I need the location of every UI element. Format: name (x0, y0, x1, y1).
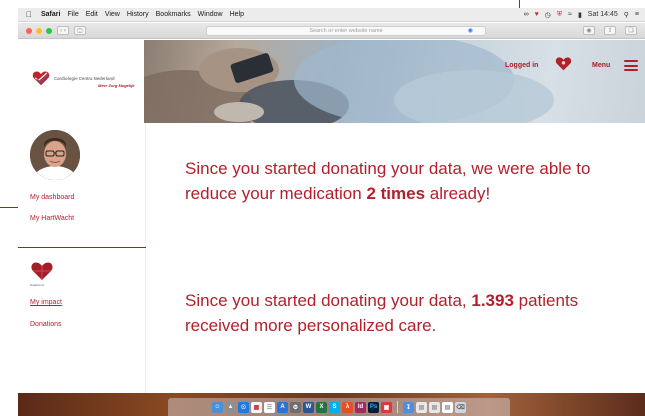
indesign-icon[interactable]: Id (355, 401, 366, 413)
message1-text-end: already! (425, 184, 491, 203)
hero-image (144, 40, 645, 123)
app-store-icon[interactable]: A (277, 401, 288, 413)
menu-edit[interactable]: Edit (86, 11, 98, 18)
site-logo[interactable]: Cardiologie Centra Nederland Meer Zorg M… (18, 40, 144, 123)
address-placeholder: Search or enter website name (309, 28, 383, 34)
word-icon[interactable]: W (303, 401, 314, 413)
menu-view[interactable]: View (105, 11, 120, 18)
hamburger-menu-icon[interactable] (624, 60, 638, 71)
window-minimize-button[interactable] (36, 27, 42, 34)
acrobat-icon[interactable]: λ (342, 401, 353, 413)
menu-file[interactable]: File (67, 11, 78, 18)
logo-title: Cardiologie Centra Nederland (54, 76, 115, 81)
sidebar-item-donations[interactable]: Donations (30, 321, 62, 328)
menu-bookmarks[interactable]: Bookmarks (156, 11, 191, 18)
toolbar-actions: ◉ ⇧ ❏ (578, 26, 637, 35)
list-icon[interactable]: ≡ (635, 11, 639, 18)
desktop-wallpaper: ☺ ▲ ☉ ▦ ☰ A ⚙ W X S λ Id Ps ▣ ↧ ▤ ▤ ▤ ⌫ (18, 393, 645, 416)
notes-icon[interactable]: ☰ (264, 401, 275, 413)
menu-app-name[interactable]: Safari (41, 11, 60, 18)
calendar-icon[interactable]: ▦ (251, 401, 262, 413)
hero-photo-illustration (144, 40, 554, 123)
battery-icon[interactable]: ▮ (578, 11, 582, 19)
address-bar[interactable]: Search or enter website name ◉ (206, 26, 486, 36)
menu-window[interactable]: Window (198, 11, 223, 18)
dock-separator (397, 401, 398, 413)
user-heart-icon[interactable] (555, 56, 572, 71)
sidebar: My dashboard My HartWacht DataDonor My i… (18, 123, 146, 393)
impact-content: Since you started donating your data, we… (147, 123, 645, 393)
launchpad-icon[interactable]: ▲ (225, 401, 236, 413)
window-close-button[interactable] (26, 27, 32, 34)
clock-icon[interactable]: ◷ (545, 11, 551, 19)
trash-icon[interactable]: ⌫ (455, 401, 466, 413)
app-icon[interactable]: ▣ (381, 401, 392, 413)
extension-icon[interactable]: ◉ (583, 26, 595, 35)
menu-help[interactable]: Help (230, 11, 244, 18)
sidebar-item-my-hartwacht[interactable]: My HartWacht (30, 215, 74, 222)
sidebar-item-my-dashboard[interactable]: My dashboard (30, 194, 74, 201)
photoshop-icon[interactable]: Ps (368, 401, 379, 413)
impact-message-medication: Since you started donating your data, we… (185, 156, 625, 206)
menubar-tray: ∞ ♥ ◷ ⛨ ≈ ▮ Sat 14:45 ⚲ ≡ (524, 11, 645, 19)
macos-menubar:  Safari File Edit View History Bookmark… (18, 8, 645, 22)
impact-message-patients: Since you started donating your data, 1.… (185, 288, 625, 338)
logged-in-label[interactable]: Logged in (505, 62, 538, 69)
sidebar-item-my-impact[interactable]: My impact (30, 299, 62, 306)
heart-tray-icon[interactable]: ♥ (535, 11, 539, 18)
avatar[interactable] (30, 130, 80, 180)
speaker-icon[interactable]: ◉ (468, 27, 473, 34)
apple-icon[interactable]:  (24, 10, 34, 19)
link-icon[interactable]: ∞ (524, 11, 529, 18)
medication-reduction-count: 2 times (366, 184, 426, 203)
system-preferences-icon[interactable]: ⚙ (290, 401, 301, 413)
macos-dock: ☺ ▲ ☉ ▦ ☰ A ⚙ W X S λ Id Ps ▣ ↧ ▤ ▤ ▤ ⌫ (168, 398, 510, 416)
skype-icon[interactable]: S (329, 401, 340, 413)
excel-icon[interactable]: X (316, 401, 327, 413)
downloads-folder-icon[interactable]: ↧ (403, 401, 414, 413)
shield-icon[interactable]: ⛨ (557, 11, 562, 19)
site-header: Cardiologie Centra Nederland Meer Zorg M… (18, 40, 645, 123)
finder-icon[interactable]: ☺ (212, 401, 223, 413)
message2-text-start: Since you started donating your data, (185, 291, 472, 310)
menubar-clock[interactable]: Sat 14:45 (588, 11, 618, 18)
window-zoom-button[interactable] (46, 27, 52, 34)
document-icon[interactable]: ▤ (429, 401, 440, 413)
callout-line-left (0, 207, 18, 208)
logo-subtitle: Meer Zorg Mogelijk (98, 83, 135, 88)
search-icon[interactable]: ⚲ (624, 11, 629, 19)
tabs-icon[interactable]: ❏ (625, 26, 637, 35)
sidebar-divider (18, 247, 146, 248)
logo-heart-icon (32, 71, 50, 86)
share-icon[interactable]: ⇧ (604, 26, 616, 35)
document-icon[interactable]: ▤ (416, 401, 427, 413)
wifi-icon[interactable]: ≈ (568, 11, 572, 18)
menu-label[interactable]: Menu (592, 62, 610, 69)
menu-history[interactable]: History (127, 11, 149, 18)
datadonor-logo-icon (31, 262, 53, 280)
safari-icon[interactable]: ☉ (238, 401, 249, 413)
datadonor-label: DataDonor (30, 283, 45, 287)
document-icon[interactable]: ▤ (442, 401, 453, 413)
sidebar-toggle-icon[interactable]: ◫ (74, 26, 86, 35)
back-forward-button[interactable]: ‹ › (57, 26, 69, 35)
patients-helped-count: 1.393 (471, 291, 514, 310)
browser-toolbar: ‹ › ◫ Search or enter website name ◉ ◉ ⇧… (18, 23, 645, 39)
avatar-portrait (30, 130, 80, 180)
screen:  Safari File Edit View History Bookmark… (0, 0, 645, 416)
